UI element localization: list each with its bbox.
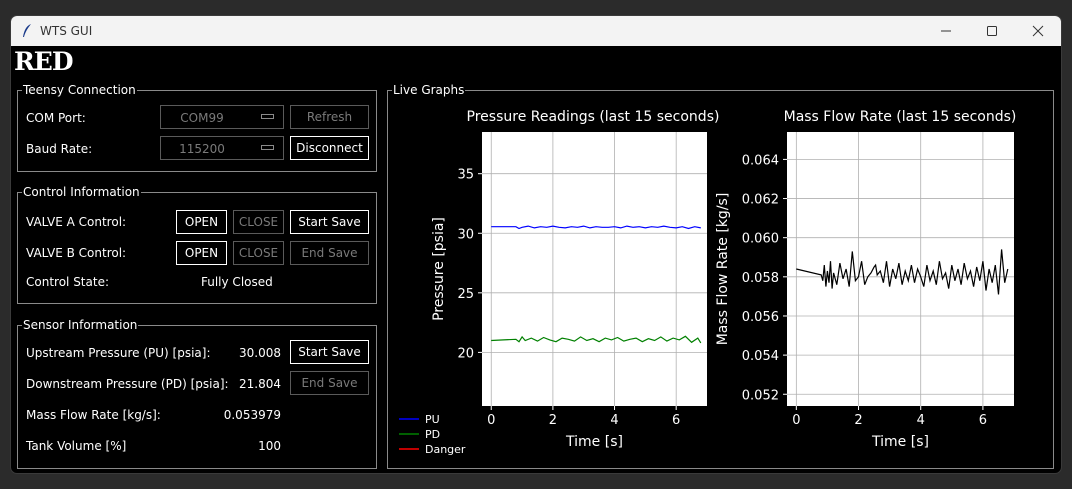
- y-tick-label: 0.058: [742, 271, 779, 286]
- y-tick-label: 0.060: [742, 232, 779, 247]
- app-window: WTS GUI RED Teensy Connection COM Port: …: [10, 15, 1062, 474]
- chart-title: Pressure Readings (last 15 seconds): [467, 109, 720, 125]
- y-tick-label: 0.064: [742, 153, 779, 168]
- y-tick-label: 0.052: [742, 388, 779, 403]
- x-tick-label: 2: [854, 413, 862, 428]
- y-tick-label: 30: [457, 227, 474, 242]
- x-tick-label: 4: [917, 413, 925, 428]
- legend-label: PD: [425, 428, 440, 441]
- y-tick-label: 0.056: [742, 310, 779, 325]
- x-tick-label: 6: [672, 413, 680, 428]
- x-axis-label: Time [s]: [871, 434, 929, 450]
- x-tick-label: 4: [610, 413, 618, 428]
- x-tick-label: 2: [549, 413, 557, 428]
- chart-title: Mass Flow Rate (last 15 seconds): [784, 109, 1017, 125]
- plot-area: [787, 132, 1014, 406]
- legend-label: Danger: [425, 443, 466, 456]
- y-tick-label: 35: [457, 168, 474, 183]
- x-tick-label: 6: [979, 413, 987, 428]
- live-graphs-canvas: 0 2 4 620253035Pressure Readings (last 15 s…: [399, 109, 1017, 456]
- y-axis-label: Mass Flow Rate [kg/s]: [715, 193, 731, 346]
- plot-area: [482, 132, 707, 406]
- x-tick-label: 0: [487, 413, 495, 428]
- y-tick-label: 0.062: [742, 193, 779, 208]
- legend-label: PU: [425, 413, 440, 426]
- y-tick-label: 25: [457, 287, 474, 302]
- x-tick-label: 0: [792, 413, 800, 428]
- x-axis-label: Time [s]: [565, 434, 623, 450]
- y-tick-label: 0.054: [742, 349, 779, 364]
- y-axis-label: Pressure [psia]: [431, 217, 447, 321]
- y-tick-label: 20: [457, 346, 474, 361]
